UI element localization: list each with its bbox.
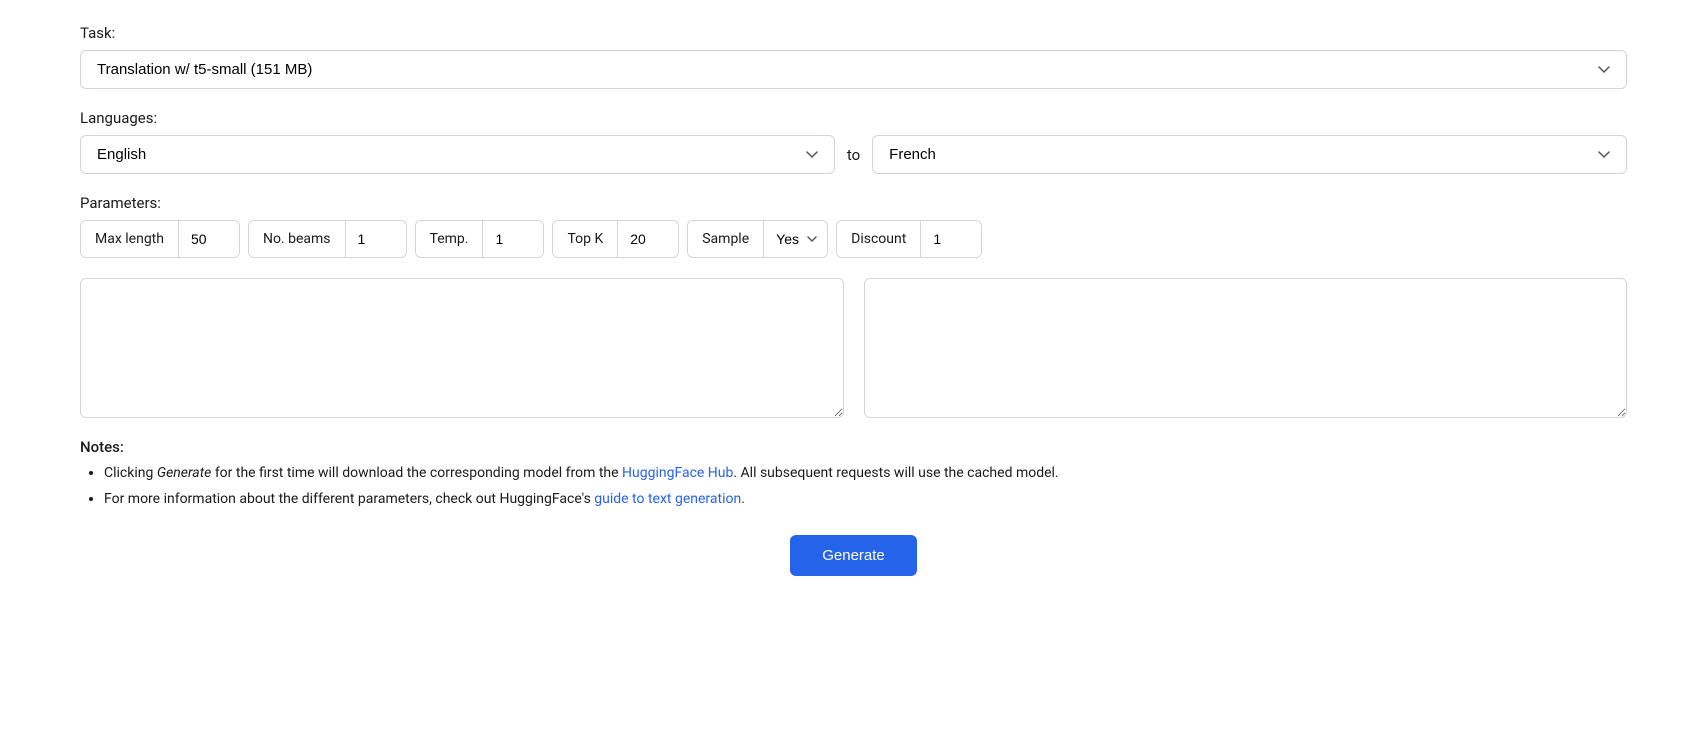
task-section: Task: Translation w/ t5-small (151 MB) (80, 24, 1627, 89)
notes-label: Notes: (80, 438, 1627, 456)
temp-input[interactable] (483, 221, 543, 257)
task-select[interactable]: Translation w/ t5-small (151 MB) (80, 50, 1627, 89)
textareas-row (80, 278, 1627, 418)
discount-label: Discount (837, 221, 921, 257)
no-beams-input[interactable] (346, 221, 406, 257)
max-length-group: Max length (80, 220, 240, 258)
generate-section: Generate (80, 535, 1627, 576)
max-length-input[interactable] (179, 221, 239, 257)
no-beams-label: No. beams (249, 221, 346, 257)
params-row: Max length No. beams Temp. Top K Sample … (80, 220, 1627, 258)
discount-input[interactable] (921, 221, 981, 257)
top-k-input[interactable] (618, 221, 678, 257)
task-label: Task: (80, 24, 1627, 42)
sample-group: Sample Yes No (687, 220, 828, 258)
top-k-group: Top K (552, 220, 679, 258)
target-text-output[interactable] (864, 278, 1628, 418)
to-label: to (847, 146, 860, 164)
max-length-label: Max length (81, 221, 179, 257)
parameters-section: Parameters: Max length No. beams Temp. T… (80, 194, 1627, 258)
note-item-2: For more information about the different… (104, 488, 1627, 510)
top-k-label: Top K (553, 221, 618, 257)
target-language-select[interactable]: French English Spanish German (872, 135, 1627, 174)
languages-row: English French Spanish German to French … (80, 135, 1627, 174)
generate-button[interactable]: Generate (790, 535, 917, 576)
source-text-input[interactable] (80, 278, 844, 418)
note-italic-generate: Generate (157, 465, 212, 481)
sample-label: Sample (688, 221, 764, 257)
languages-section: Languages: English French Spanish German… (80, 109, 1627, 174)
parameters-label: Parameters: (80, 194, 1627, 212)
languages-label: Languages: (80, 109, 1627, 127)
discount-group: Discount (836, 220, 982, 258)
source-language-select[interactable]: English French Spanish German (80, 135, 835, 174)
temp-group: Temp. (415, 220, 545, 258)
huggingface-hub-link[interactable]: HuggingFace Hub (622, 465, 733, 481)
sample-select[interactable]: Yes No (764, 221, 827, 257)
note-item-1: Clicking Generate for the first time wil… (104, 462, 1627, 484)
notes-section: Notes: Clicking Generate for the first t… (80, 438, 1627, 511)
guide-link[interactable]: guide to text generation (594, 491, 741, 507)
temp-label: Temp. (416, 221, 484, 257)
notes-list: Clicking Generate for the first time wil… (80, 462, 1627, 511)
no-beams-group: No. beams (248, 220, 407, 258)
